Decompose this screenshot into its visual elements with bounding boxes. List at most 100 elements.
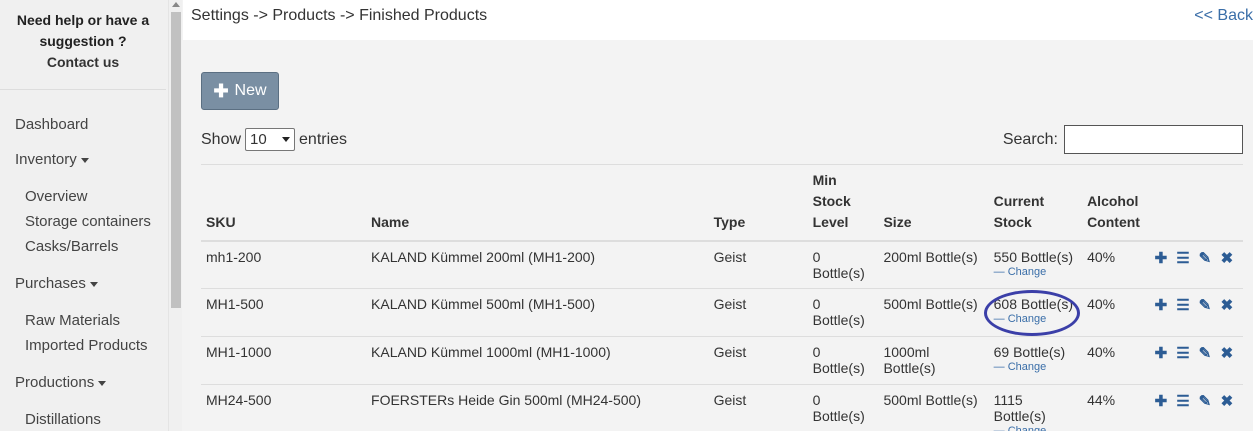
new-button-label: New bbox=[234, 82, 267, 99]
col-size[interactable]: Size bbox=[878, 164, 989, 242]
plus-icon[interactable]: ✚ bbox=[1150, 296, 1172, 314]
new-button[interactable]: ✚ New bbox=[201, 72, 279, 110]
close-icon[interactable]: ✖ bbox=[1216, 344, 1238, 362]
cell-min-stock: 0 Bottle(s) bbox=[807, 288, 879, 337]
top-bar: Settings -> Products -> Finished Product… bbox=[183, 0, 1253, 40]
sidebar-item-casks-barrels[interactable]: Casks/Barrels bbox=[0, 234, 168, 259]
list-icon[interactable]: ☰ bbox=[1172, 392, 1194, 410]
cell-name: KALAND Kümmel 1000ml (MH1-1000) bbox=[366, 336, 709, 385]
table-header-row: SKU Name Type Min Stock Level Size Curre… bbox=[201, 164, 1243, 242]
change-link[interactable]: — Change bbox=[994, 360, 1077, 375]
cell-min-stock: 0 Bottle(s) bbox=[807, 336, 879, 385]
cell-type: Geist bbox=[708, 288, 808, 337]
edit-icon[interactable]: ✎ bbox=[1194, 344, 1216, 362]
scroll-thumb[interactable] bbox=[171, 12, 181, 308]
table-row: MH24-500 FOERSTERs Heide Gin 500ml (MH24… bbox=[201, 384, 1243, 431]
sidebar-scrollbar[interactable] bbox=[168, 0, 182, 431]
current-stock-value: 550 Bottle(s) bbox=[993, 248, 1073, 265]
cell-size: 1000ml Bottle(s) bbox=[878, 336, 989, 385]
chevron-down-icon bbox=[282, 137, 291, 142]
col-current-stock-line1: Current bbox=[993, 192, 1045, 209]
content-panel: ✚ New Show 10 entries Search: SKU Name T… bbox=[183, 40, 1253, 431]
cell-min-stock: 0 Bottle(s) bbox=[807, 240, 879, 289]
sidebar-item-label: Purchases bbox=[15, 275, 86, 292]
edit-icon[interactable]: ✎ bbox=[1194, 392, 1216, 410]
annotation-circle bbox=[984, 290, 1080, 336]
sidebar-item-overview[interactable]: Overview bbox=[0, 184, 168, 209]
change-link[interactable]: — Change bbox=[994, 424, 1077, 431]
contact-us-link[interactable]: Contact us bbox=[0, 52, 166, 73]
search-box: Search: bbox=[1003, 125, 1243, 154]
cell-name: KALAND Kümmel 200ml (MH1-200) bbox=[366, 240, 709, 289]
back-link[interactable]: << Back bbox=[1194, 7, 1253, 25]
caret-down-icon bbox=[89, 281, 98, 287]
sidebar-item-distillations[interactable]: Distillations bbox=[0, 407, 168, 431]
search-label: Search: bbox=[1002, 130, 1058, 148]
sidebar-item-inventory[interactable]: Inventory bbox=[0, 149, 168, 170]
plus-icon: ✚ bbox=[213, 81, 229, 101]
close-icon[interactable]: ✖ bbox=[1216, 392, 1238, 410]
cell-type: Geist bbox=[708, 240, 808, 289]
sidebar-item-imported-products[interactable]: Imported Products bbox=[0, 333, 168, 358]
table-row: mh1-200 KALAND Kümmel 200ml (MH1-200) Ge… bbox=[201, 240, 1243, 289]
cell-size: 200ml Bottle(s) bbox=[878, 240, 989, 289]
cell-current-stock: 1115 Bottle(s) — Change bbox=[988, 384, 1083, 431]
col-type[interactable]: Type bbox=[708, 164, 808, 242]
close-icon[interactable]: ✖ bbox=[1216, 249, 1238, 267]
cell-sku: MH1-1000 bbox=[201, 336, 367, 385]
edit-icon[interactable]: ✎ bbox=[1194, 249, 1216, 267]
entries-select[interactable]: 10 bbox=[245, 128, 296, 151]
cell-min-stock: 0 Bottle(s) bbox=[807, 384, 879, 431]
table-row: MH1-500 KALAND Kümmel 500ml (MH1-500) Ge… bbox=[201, 288, 1243, 337]
change-label: Change bbox=[1007, 265, 1047, 278]
cell-name: KALAND Kümmel 500ml (MH1-500) bbox=[366, 288, 709, 337]
plus-icon[interactable]: ✚ bbox=[1150, 344, 1172, 362]
cell-actions: ✚ ☰ ✎ ✖ bbox=[1144, 240, 1243, 289]
col-alcohol-line2: Content bbox=[1087, 213, 1140, 230]
col-current-stock-line2: Stock bbox=[993, 213, 1032, 230]
change-link[interactable]: — Change bbox=[994, 265, 1077, 280]
caret-down-icon bbox=[80, 157, 89, 163]
cell-size: 500ml Bottle(s) bbox=[878, 288, 989, 337]
plus-icon[interactable]: ✚ bbox=[1150, 249, 1172, 267]
sidebar-item-productions[interactable]: Productions bbox=[0, 372, 168, 393]
sidebar-item-raw-materials[interactable]: Raw Materials bbox=[0, 308, 168, 333]
close-icon[interactable]: ✖ bbox=[1216, 296, 1238, 314]
cell-current-stock: 550 Bottle(s) — Change bbox=[988, 240, 1083, 289]
sidebar-item-label: Productions bbox=[15, 374, 95, 391]
main-area: Settings -> Products -> Finished Product… bbox=[183, 0, 1253, 431]
plus-icon[interactable]: ✚ bbox=[1150, 392, 1172, 410]
search-input[interactable] bbox=[1064, 125, 1243, 154]
edit-icon[interactable]: ✎ bbox=[1194, 296, 1216, 314]
cell-alcohol: 40% bbox=[1082, 288, 1145, 337]
sidebar-item-label: Inventory bbox=[15, 151, 77, 168]
caret-down-icon bbox=[98, 380, 107, 386]
help-text-line1: Need help or have a bbox=[16, 12, 150, 28]
cell-alcohol: 40% bbox=[1082, 336, 1145, 385]
show-entries: Show 10 entries bbox=[201, 128, 347, 151]
entries-value: 10 bbox=[250, 131, 267, 148]
col-min-stock[interactable]: Min Stock Level bbox=[807, 164, 879, 242]
sidebar-item-storage-containers[interactable]: Storage containers bbox=[0, 209, 168, 234]
list-icon[interactable]: ☰ bbox=[1172, 344, 1194, 362]
sidebar-item-dashboard[interactable]: Dashboard bbox=[0, 114, 168, 135]
col-min-stock-line2: Stock bbox=[812, 192, 851, 209]
cell-sku: MH24-500 bbox=[201, 384, 367, 431]
col-current-stock[interactable]: Current Stock bbox=[988, 164, 1083, 242]
sidebar-item-purchases[interactable]: Purchases bbox=[0, 273, 168, 294]
col-min-stock-line1: Min bbox=[812, 171, 837, 188]
sidebar-nav: Dashboard Inventory Overview Storage con… bbox=[0, 90, 168, 431]
scroll-up-icon[interactable] bbox=[172, 2, 180, 7]
col-name[interactable]: Name bbox=[366, 164, 709, 242]
col-alcohol[interactable]: Alcohol Content bbox=[1082, 164, 1145, 242]
help-text-line2: suggestion ? bbox=[39, 33, 127, 49]
cell-alcohol: 40% bbox=[1082, 240, 1145, 289]
cell-actions: ✚ ☰ ✎ ✖ bbox=[1144, 336, 1243, 385]
cell-name: FOERSTERs Heide Gin 500ml (MH24-500) bbox=[366, 384, 709, 431]
list-icon[interactable]: ☰ bbox=[1172, 249, 1194, 267]
change-label: Change bbox=[1007, 361, 1047, 373]
list-icon[interactable]: ☰ bbox=[1172, 296, 1194, 314]
cell-type: Geist bbox=[708, 384, 808, 431]
col-sku[interactable]: SKU bbox=[201, 164, 367, 242]
breadcrumb: Settings -> Products -> Finished Product… bbox=[191, 7, 488, 24]
